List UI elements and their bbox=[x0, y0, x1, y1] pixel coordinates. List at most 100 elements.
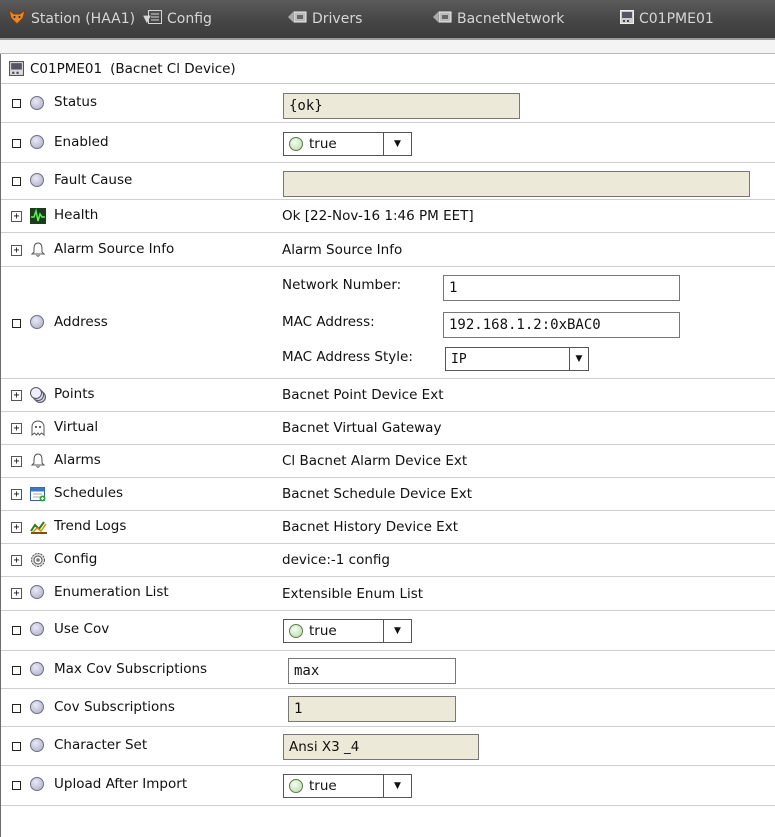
row-virtual: + Virtual Bacnet Virtual Gateway bbox=[1, 412, 775, 445]
row-upload-after-import: Upload After Import true ▼ bbox=[1, 766, 775, 806]
bell-icon bbox=[30, 242, 46, 258]
ghost-icon bbox=[30, 420, 46, 437]
boolean-circle-icon bbox=[289, 137, 303, 151]
slot-circle-icon bbox=[30, 662, 46, 678]
mac-address-style-dropdown[interactable]: IP ▼ bbox=[445, 347, 589, 371]
bell-icon bbox=[30, 453, 46, 469]
row-checkbox[interactable] bbox=[12, 704, 21, 713]
health-icon bbox=[30, 208, 46, 224]
device-icon bbox=[9, 61, 24, 76]
nav-station[interactable]: Station (HAA1) ▼ bbox=[8, 0, 151, 38]
slot-circle-icon bbox=[30, 173, 46, 189]
slot-circle-icon bbox=[30, 700, 46, 716]
expand-icon[interactable]: + bbox=[11, 588, 22, 599]
row-label: Config bbox=[54, 551, 98, 567]
row-label: Alarm Source Info bbox=[54, 241, 175, 257]
nav-device-label: C01PME01 bbox=[639, 11, 714, 27]
row-checkbox[interactable] bbox=[12, 177, 21, 186]
mac-address-label: MAC Address: bbox=[282, 314, 375, 330]
row-use-cov: Use Cov true ▼ bbox=[1, 611, 775, 651]
trend-logs-value: Bacnet History Device Ext bbox=[282, 519, 458, 535]
row-label: Address bbox=[54, 314, 108, 330]
cov-subscriptions-field: 1 bbox=[288, 696, 456, 722]
max-cov-subscriptions-field[interactable]: max bbox=[288, 658, 456, 684]
expand-icon[interactable]: + bbox=[11, 489, 22, 500]
row-checkbox[interactable] bbox=[12, 99, 21, 108]
row-checkbox[interactable] bbox=[12, 319, 21, 328]
expand-icon[interactable]: + bbox=[11, 423, 22, 434]
chevron-down-icon[interactable]: ▼ bbox=[384, 626, 411, 636]
row-label: Virtual bbox=[54, 419, 99, 435]
slot-circle-icon bbox=[30, 738, 46, 754]
alarm-source-info-value: Alarm Source Info bbox=[282, 242, 403, 258]
chevron-down-icon[interactable]: ▼ bbox=[384, 139, 411, 149]
property-sheet: C01PME01 (Bacnet Cl Device) Status {ok} … bbox=[0, 54, 775, 837]
expand-icon[interactable]: + bbox=[11, 211, 22, 222]
chevron-down-icon[interactable]: ▼ bbox=[570, 354, 588, 364]
row-label: Use Cov bbox=[54, 621, 110, 637]
row-checkbox[interactable] bbox=[12, 626, 21, 635]
row-address: Address Network Number: 1 MAC Address: 1… bbox=[1, 267, 775, 379]
row-alarm-source-info: + Alarm Source Info Alarm Source Info bbox=[1, 233, 775, 267]
expand-icon[interactable]: + bbox=[11, 245, 22, 256]
expand-icon[interactable]: + bbox=[11, 555, 22, 566]
expand-icon[interactable]: + bbox=[11, 390, 22, 401]
enabled-dropdown[interactable]: true ▼ bbox=[283, 132, 412, 156]
nav-config[interactable]: Config bbox=[148, 0, 212, 38]
calendar-icon bbox=[30, 486, 46, 502]
row-label: Enabled bbox=[54, 134, 109, 150]
row-character-set: Character Set Ansi X3 _4 bbox=[1, 727, 775, 766]
row-label: Fault Cause bbox=[54, 172, 133, 188]
row-label: Enumeration List bbox=[54, 584, 169, 600]
trend-chart-icon bbox=[30, 519, 47, 535]
row-status: Status {ok} bbox=[1, 84, 775, 123]
row-label: Schedules bbox=[54, 485, 124, 501]
virtual-value: Bacnet Virtual Gateway bbox=[282, 420, 442, 436]
nav-network-label: BacnetNetwork bbox=[457, 11, 565, 27]
boolean-circle-icon bbox=[289, 624, 303, 638]
upload-after-import-dropdown[interactable]: true ▼ bbox=[283, 774, 412, 798]
boolean-circle-icon bbox=[289, 779, 303, 793]
nav-bacnet-network[interactable]: BacnetNetwork bbox=[432, 0, 564, 38]
nav-bar: Station (HAA1) ▼ Config Drivers BacnetNe… bbox=[0, 0, 775, 40]
row-checkbox[interactable] bbox=[12, 742, 21, 751]
slot-circle-icon bbox=[30, 135, 46, 151]
row-label: Upload After Import bbox=[54, 776, 188, 792]
expand-icon[interactable]: + bbox=[11, 522, 22, 533]
nav-drivers[interactable]: Drivers bbox=[287, 0, 362, 38]
nav-device[interactable]: C01PME01 bbox=[620, 0, 714, 38]
chevron-down-icon[interactable]: ▼ bbox=[384, 781, 411, 791]
slot-circle-icon bbox=[30, 585, 46, 601]
mac-address-style-label: MAC Address Style: bbox=[282, 349, 413, 365]
row-label: Character Set bbox=[54, 737, 148, 753]
schedules-value: Bacnet Schedule Device Ext bbox=[282, 486, 473, 502]
nav-drivers-label: Drivers bbox=[312, 11, 363, 27]
slot-circle-icon bbox=[30, 96, 46, 112]
row-label: Trend Logs bbox=[54, 518, 127, 534]
slot-circle-icon bbox=[30, 777, 46, 793]
row-checkbox[interactable] bbox=[12, 139, 21, 148]
health-value: Ok [22-Nov-16 1:46 PM EET] bbox=[282, 208, 474, 224]
drivers-icon bbox=[287, 10, 307, 28]
fault-cause-field bbox=[283, 171, 750, 197]
device-name: C01PME01 bbox=[30, 60, 103, 77]
row-points: + Points Bacnet Point Device Ext bbox=[1, 379, 775, 412]
sheet-title: C01PME01 (Bacnet Cl Device) bbox=[1, 54, 775, 84]
row-label: Health bbox=[54, 207, 99, 223]
network-icon bbox=[432, 10, 452, 28]
alarms-value: Cl Bacnet Alarm Device Ext bbox=[282, 453, 468, 469]
mac-address-field[interactable]: 192.168.1.2:0xBAC0 bbox=[443, 312, 680, 338]
use-cov-dropdown[interactable]: true ▼ bbox=[283, 619, 412, 643]
config-list-icon bbox=[148, 10, 162, 28]
row-fault-cause: Fault Cause bbox=[1, 163, 775, 200]
expand-icon[interactable]: + bbox=[11, 456, 22, 467]
row-cov-subscriptions: Cov Subscriptions 1 bbox=[1, 689, 775, 727]
network-number-label: Network Number: bbox=[282, 277, 402, 293]
nav-station-label: Station (HAA1) bbox=[31, 11, 136, 27]
points-icon bbox=[30, 387, 46, 403]
network-number-field[interactable]: 1 bbox=[443, 275, 680, 301]
row-schedules: + Schedules Bacnet Schedule Device Ext bbox=[1, 478, 775, 511]
row-checkbox[interactable] bbox=[12, 781, 21, 790]
row-label: Cov Subscriptions bbox=[54, 699, 175, 715]
row-checkbox[interactable] bbox=[12, 666, 21, 675]
